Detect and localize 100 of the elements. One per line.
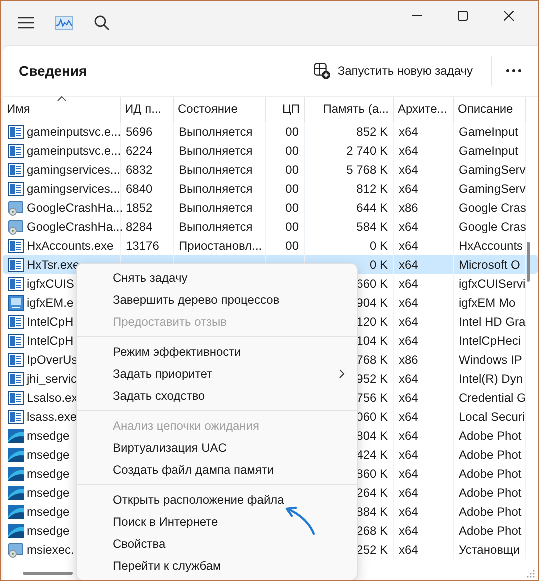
browser-icon [8,504,24,520]
table-row[interactable]: gamingservices... 6840 Выполняется 00 812 K x64 GamingServ [3,179,538,198]
table-cell: igfxEM.e [27,296,74,310]
search-icon[interactable] [94,15,110,31]
table-cell: Adobe Phot [459,466,522,480]
menu-item[interactable]: Создать файл дампа памяти [77,459,357,481]
chevron-right-icon [339,369,345,379]
menu-item[interactable]: Поиск в Интернете [77,511,357,533]
menu-item[interactable]: Свойства [77,533,357,555]
scrollbar-thumb[interactable] [23,572,73,575]
table-cell: IpOverUs [27,352,78,366]
menu-item[interactable]: Перейти к службам [77,555,357,577]
table-cell: Google Cras [459,200,526,214]
table-cell: x86 [399,200,418,214]
menu-item[interactable]: Задать приоритет [77,363,357,385]
column-header[interactable]: ИД п... [121,97,174,122]
menu-item[interactable]: Режим эффективности [77,341,357,363]
table-cell: 6832 [126,162,153,176]
more-icon[interactable] [506,69,522,73]
table-cell: 5 768 K [346,162,388,176]
table-cell: x64 [399,466,418,480]
table-cell: x64 [399,372,418,386]
table-cell: x86 [399,352,418,366]
app-window-icon [8,238,24,254]
table-cell: x64 [399,276,418,290]
table-cell: 6224 [126,144,153,158]
table-row[interactable]: gameinputsvc.e... 6224 Выполняется 00 2 740 K x64 GameInput [3,141,538,160]
table-cell: x64 [399,504,418,518]
table-cell: 952 K [356,372,388,386]
app-window-icon [8,370,24,386]
app-window-icon [8,142,24,158]
menu-item[interactable]: Виртуализация UAC [77,437,357,459]
table-cell: 644 K [356,200,388,214]
resize-grip-icon[interactable] [527,570,535,578]
table-cell: Выполняется [179,182,253,196]
table-cell: x64 [399,162,418,176]
table-cell: msedge [27,486,70,500]
table-cell: Выполняется [179,200,253,214]
column-header[interactable]: Описание [454,97,526,122]
table-row[interactable]: gamingservices... 6832 Выполняется 00 5 768 K x64 GamingServ [3,160,538,179]
menu-item[interactable]: Снять задачу [77,267,357,289]
table-cell: GameInput [459,144,518,158]
app-window-icon [8,124,24,140]
table-cell: HxAccounts [459,238,524,252]
scrollbar-thumb[interactable] [527,242,530,282]
menu-item[interactable]: Открыть расположение файла [77,489,357,511]
menu-item[interactable]: Завершить дерево процессов [77,289,357,311]
table-cell: 104 K [356,334,388,348]
new-task-icon [314,62,331,80]
column-header[interactable]: Архите... [394,97,454,122]
table-cell: 00 [286,182,299,196]
table-cell: x64 [399,542,418,556]
table-cell: msedge [27,448,70,462]
table-cell: x64 [399,334,418,348]
table-cell: igfxEM Mo [459,296,516,310]
table-cell: gamingservices... [27,182,120,196]
table-cell: x64 [399,410,418,424]
column-header[interactable]: Состояние [174,97,266,122]
table-row[interactable]: GoogleCrashHa... 1852 Выполняется 00 644 K x86 Google Cras [3,198,538,217]
table-cell: 13176 [126,238,160,252]
table-cell: x64 [399,524,418,538]
table-cell: Adobe Phot [459,486,522,500]
table-cell: GameInput [459,124,518,138]
table-cell: 584 K [356,220,388,234]
browser-icon [8,428,24,444]
installer-icon [8,200,24,216]
table-cell: 120 K [356,314,388,328]
table-cell: IntelCpH [27,314,74,328]
app-window-icon [8,352,24,368]
browser-icon [8,466,24,482]
table-cell: x64 [399,486,418,500]
table-cell: Lsalso.ex [27,390,78,404]
run-new-task-button[interactable]: Запустить новую задачу [308,58,479,84]
table-cell: Credential G [459,390,526,404]
table-cell: Выполняется [179,220,253,234]
table-cell: 00 [286,238,299,252]
table-cell: Adobe Phot [459,524,522,538]
browser-icon [8,446,24,462]
table-cell: IntelCpHeci [459,334,522,348]
table-cell: Intel(R) Dyn [459,372,524,386]
column-header[interactable]: Имя [3,97,121,122]
table-cell: Выполняется [179,124,253,138]
table-cell: x64 [399,314,418,328]
column-header[interactable]: Память (а... [305,97,394,122]
menu-item[interactable]: Задать сходство [77,385,357,407]
table-row[interactable]: gameinputsvc.e... 5696 Выполняется 00 852 K x64 GameInput [3,122,538,141]
maximize-icon[interactable] [458,11,468,21]
column-header[interactable]: ЦП [266,97,305,122]
table-cell: msedge [27,428,70,442]
table-cell: igfxCUIS [27,276,74,290]
table-cell: Adobe Phot [459,448,522,462]
table-cell: x64 [399,258,418,272]
close-icon[interactable] [504,11,514,21]
table-row[interactable]: GoogleCrashHa... 8284 Выполняется 00 584 K x64 Google Cras [3,217,538,236]
table-cell: GoogleCrashHa... [27,200,124,214]
menu-icon[interactable] [18,17,34,29]
app-window-icon [8,180,24,196]
table-cell: x64 [399,124,418,138]
table-cell: 756 K [356,390,388,404]
table-cell: GamingServ [459,162,526,176]
